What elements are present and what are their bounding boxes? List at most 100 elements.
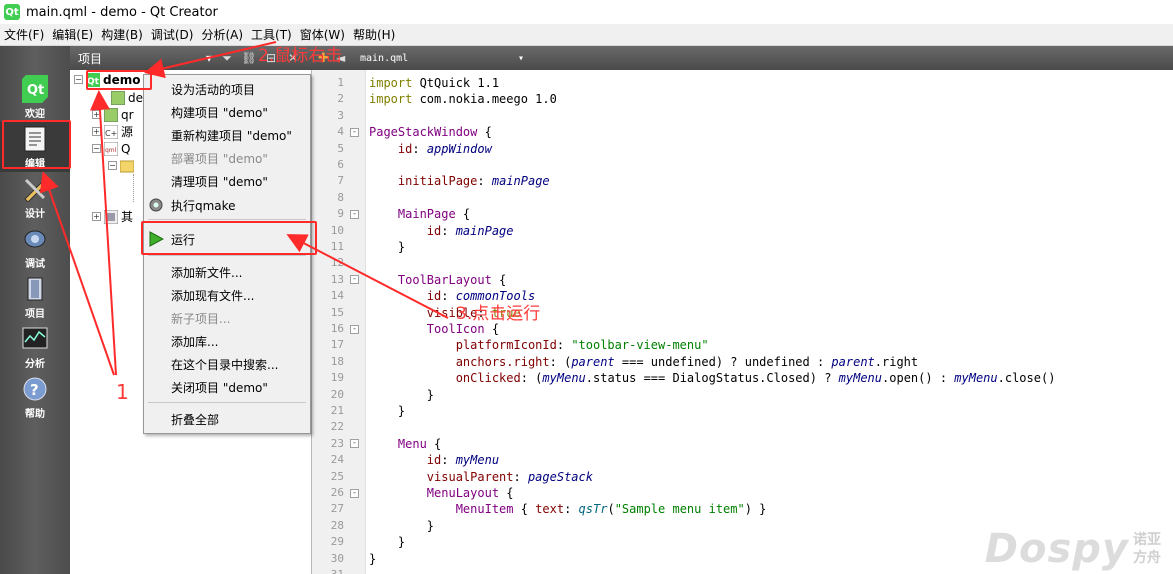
tree-item[interactable]: de bbox=[108, 89, 143, 106]
menu-debug[interactable]: 调试(D) bbox=[147, 24, 198, 46]
menu-item-run-qmake[interactable]: 执行qmake bbox=[144, 194, 310, 216]
menu-help[interactable]: 帮助(H) bbox=[349, 24, 399, 46]
fold-toggle-icon[interactable]: - bbox=[350, 127, 359, 137]
line-number: 8 bbox=[337, 190, 344, 204]
open-file-selector[interactable]: main.qml ▾ bbox=[360, 53, 524, 64]
tree-item[interactable]: − qml Q bbox=[92, 140, 130, 157]
expand-icon[interactable]: + bbox=[92, 212, 101, 221]
annotation-box-edit-mode bbox=[2, 120, 71, 169]
line-number: 23 bbox=[330, 436, 344, 450]
mode-label: 欢迎 bbox=[25, 108, 45, 120]
window-title: main.qml - demo - Qt Creator bbox=[26, 4, 218, 20]
code-line: import QtQuick 1.1 bbox=[369, 76, 500, 90]
tree-subfolder[interactable]: − bbox=[108, 157, 137, 174]
line-number: 7 bbox=[337, 174, 344, 188]
qt-logo-icon: Qt bbox=[4, 4, 20, 20]
annotation-step-2: 2.鼠标右击 bbox=[258, 46, 343, 66]
menu-item-rebuild[interactable]: 重新构建项目 "demo" bbox=[144, 124, 310, 146]
mode-label: 设计 bbox=[25, 208, 45, 220]
line-number: 1 bbox=[337, 76, 344, 89]
mode-help[interactable]: ? 帮助 bbox=[0, 372, 70, 422]
menu-item-build[interactable]: 构建项目 "demo" bbox=[144, 101, 310, 123]
menu-item-close-project[interactable]: 关闭项目 "demo" bbox=[144, 376, 310, 398]
watermark-chinese-line: 诺亚 bbox=[1133, 532, 1161, 548]
view-selector-label: 项目 bbox=[78, 51, 103, 66]
mode-design[interactable]: 设计 bbox=[0, 172, 70, 222]
code-line: id: mainPage bbox=[426, 223, 514, 238]
svg-text:qml: qml bbox=[105, 147, 117, 154]
dospy-watermark: Dospy 诺亚 方舟 bbox=[985, 526, 1161, 572]
filter-icon[interactable]: ⏷ bbox=[216, 49, 238, 67]
watermark-chinese: 诺亚 方舟 bbox=[1133, 531, 1161, 567]
title-bar: Qt main.qml - demo - Qt Creator bbox=[0, 0, 1173, 24]
line-number: 13 bbox=[330, 272, 344, 286]
fold-toggle-icon[interactable]: - bbox=[350, 488, 359, 498]
tree-item[interactable]: + qr bbox=[92, 106, 134, 123]
menu-build[interactable]: 构建(B) bbox=[97, 24, 147, 46]
code-line: Menu { bbox=[397, 436, 442, 451]
menu-analyze[interactable]: 分析(A) bbox=[197, 24, 247, 46]
fold-toggle-icon[interactable]: - bbox=[350, 275, 359, 285]
line-number: 30 bbox=[330, 551, 344, 565]
menu-item-label: 执行qmake bbox=[171, 198, 236, 213]
menu-item-add-library[interactable]: 添加库... bbox=[144, 330, 310, 352]
menu-file[interactable]: 文件(F) bbox=[0, 24, 48, 46]
collapse-icon[interactable]: − bbox=[92, 144, 101, 153]
code-line: MainPage { bbox=[397, 207, 471, 222]
fold-toggle-icon[interactable]: - bbox=[350, 324, 359, 334]
line-number: 12 bbox=[330, 256, 344, 270]
folder-icon bbox=[104, 107, 118, 122]
watermark-brand: Dospy bbox=[984, 526, 1129, 572]
line-number: 5 bbox=[337, 141, 344, 155]
fold-toggle-icon[interactable]: - bbox=[350, 439, 359, 449]
svg-text:Qt: Qt bbox=[27, 83, 44, 98]
svg-text:?: ? bbox=[30, 381, 39, 399]
line-number: 29 bbox=[330, 535, 344, 549]
expand-icon[interactable]: + bbox=[92, 110, 101, 119]
line-number: 2 bbox=[337, 92, 344, 106]
tree-item[interactable]: + 其 bbox=[92, 208, 133, 225]
menu-edit[interactable]: 编辑(E) bbox=[48, 24, 97, 46]
collapse-icon[interactable]: − bbox=[108, 161, 117, 170]
line-number: 19 bbox=[330, 371, 344, 385]
expand-icon[interactable]: + bbox=[92, 127, 101, 136]
chevron-down-icon: ▾ bbox=[517, 52, 524, 64]
line-number: 16 bbox=[330, 322, 344, 335]
line-number: 21 bbox=[330, 404, 344, 417]
menu-separator bbox=[148, 402, 306, 403]
qt-creator-window: Qt main.qml - demo - Qt Creator 文件(F) 编辑… bbox=[0, 0, 1173, 574]
menu-item-clean[interactable]: 清理项目 "demo" bbox=[144, 170, 310, 192]
mode-label: 分析 bbox=[25, 358, 45, 370]
line-number-gutter: 1 2 3 4 5 6 7 8 9 10 11 12 13 14 15 16 17 18 19 20 21 22 23 24 2… bbox=[312, 70, 366, 574]
menu-bar: 文件(F) 编辑(E) 构建(B) 调试(D) 分析(A) 工具(T) 窗体(W… bbox=[0, 24, 1173, 46]
collapse-icon[interactable]: − bbox=[74, 75, 83, 84]
link-icon[interactable]: ⛓ bbox=[238, 49, 260, 67]
code-line: PageStackWindow { bbox=[369, 125, 492, 140]
annotation-step-1: 1 bbox=[116, 380, 129, 404]
menu-item-add-existing-files[interactable]: 添加现有文件... bbox=[144, 284, 310, 306]
menu-item-find-in-directory[interactable]: 在这个目录中搜索... bbox=[144, 353, 310, 375]
line-number: 18 bbox=[330, 354, 344, 368]
view-selector[interactable]: 项目 ▾ bbox=[74, 49, 216, 67]
mode-projects[interactable]: 项目 bbox=[0, 272, 70, 322]
line-number: 25 bbox=[330, 469, 344, 483]
fold-toggle-icon[interactable]: - bbox=[350, 209, 359, 219]
qml-folder-icon: qml bbox=[104, 141, 118, 156]
code-line: onClicked: (myMenu.status === DialogStat… bbox=[455, 371, 1056, 386]
qt-logo-icon: Qt bbox=[21, 74, 49, 103]
menu-item-deploy: 部署项目 "demo" bbox=[171, 151, 268, 166]
code-line: visualParent: pageStack bbox=[426, 469, 593, 484]
mode-analyze[interactable]: 分析 bbox=[0, 322, 70, 372]
mode-welcome[interactable]: Qt 欢迎 bbox=[0, 72, 70, 122]
annotation-box-project-node bbox=[86, 70, 152, 90]
folder-icon bbox=[120, 159, 134, 173]
line-number: 3 bbox=[337, 108, 344, 122]
code-line: MenuItem { text: qsTr("Sample menu item"… bbox=[455, 502, 767, 517]
menu-item-add-new-file[interactable]: 添加新文件... bbox=[144, 261, 310, 283]
menu-item-set-active[interactable]: 设为活动的项目 bbox=[144, 78, 310, 100]
tree-item-label: de bbox=[128, 90, 143, 105]
menu-item-collapse-all[interactable]: 折叠全部 bbox=[144, 408, 310, 430]
code-line: anchors.right: (parent === undefined) ? … bbox=[455, 354, 919, 369]
mode-debug[interactable]: 调试 bbox=[0, 222, 70, 272]
tree-item[interactable]: + C+ 源 bbox=[92, 123, 133, 140]
